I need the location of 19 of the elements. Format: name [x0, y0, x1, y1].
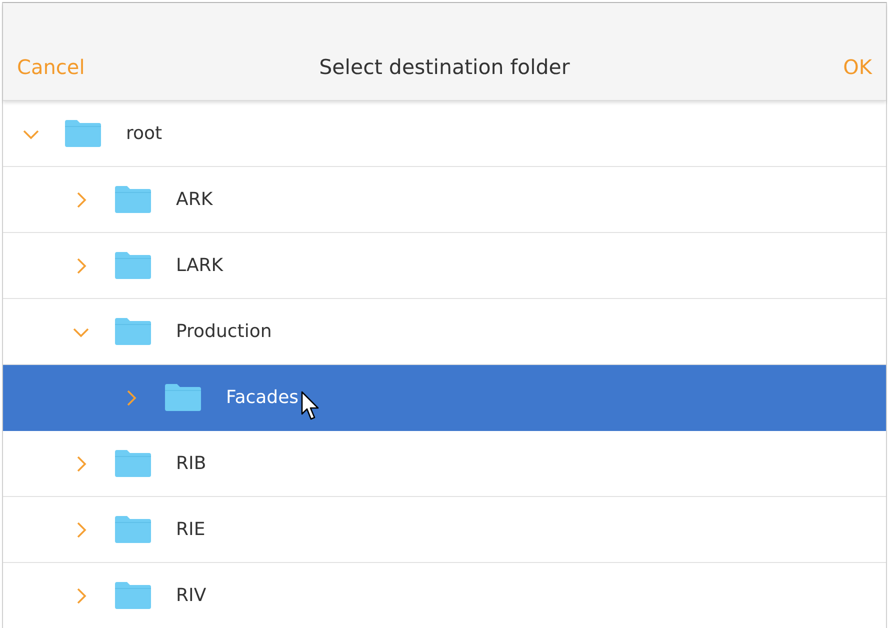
folder-name: RIE: [176, 519, 206, 540]
tree-row[interactable]: Facades: [3, 365, 886, 431]
folder-icon: [65, 120, 101, 147]
mouse-pointer-icon: [301, 391, 320, 420]
folder-icon: [165, 384, 201, 411]
folder-icon: [115, 318, 151, 345]
folder-name: RIV: [176, 585, 206, 606]
folder-name: LARK: [176, 255, 224, 276]
folder-name: Facades: [226, 387, 299, 408]
folder-icon: [115, 450, 151, 477]
folder-name: RIB: [176, 453, 206, 474]
folder-name: root: [126, 123, 162, 144]
dialog-title: Select destination folder: [319, 55, 570, 79]
folder-name: ARK: [176, 189, 213, 210]
folder-icon: [115, 516, 151, 543]
folder-icon: [115, 186, 151, 213]
folder-icon: [115, 252, 151, 279]
folder-icon: [115, 582, 151, 609]
folder-name: Production: [176, 321, 272, 342]
